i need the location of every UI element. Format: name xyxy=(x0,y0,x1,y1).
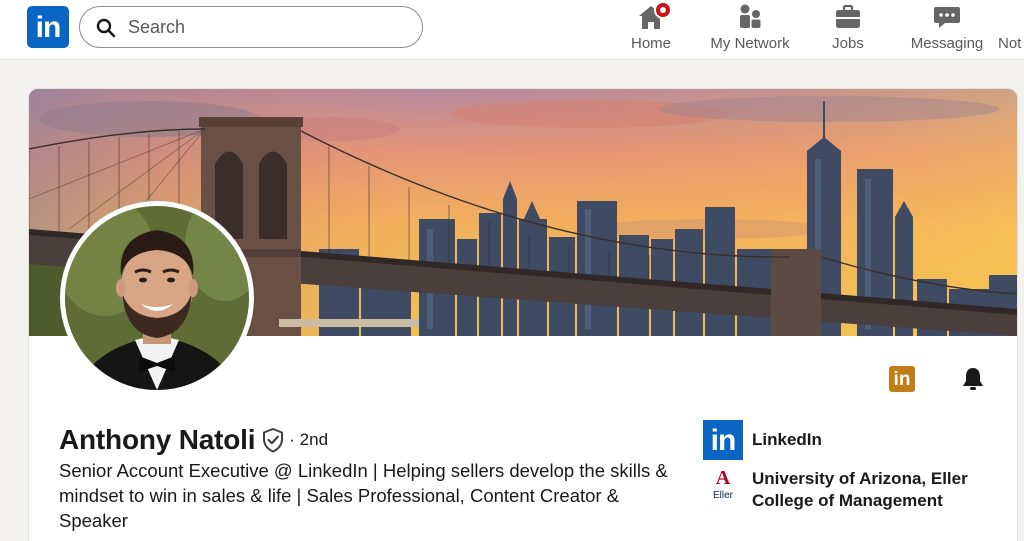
network-icon xyxy=(740,4,761,28)
bell-icon[interactable] xyxy=(959,365,987,393)
nav-home-label: Home xyxy=(630,35,671,52)
top-nav: in Home My Network Jobs xyxy=(0,0,1024,60)
university-logo-sub: Eller xyxy=(712,490,733,501)
nav-notifications[interactable]: Not xyxy=(998,2,1024,58)
nav-home[interactable]: Home xyxy=(624,1,678,58)
nav-notifications-label: Not xyxy=(998,35,1022,52)
university-logo-mark: A xyxy=(715,467,731,489)
university-logo: A Eller xyxy=(707,467,739,507)
profile-name: Anthony Natoli xyxy=(59,424,256,455)
profile-headline: Senior Account Executive @ LinkedIn | He… xyxy=(59,460,668,531)
verified-shield-icon[interactable] xyxy=(261,427,285,453)
profile-card: in Anthony Natoli · 2nd Senior Account E… xyxy=(28,88,1018,541)
nav-messaging[interactable]: Messaging xyxy=(904,2,990,58)
nav-jobs[interactable]: Jobs xyxy=(826,2,870,58)
profile-name-row: Anthony Natoli · 2nd xyxy=(59,424,328,456)
affiliation-name-line2: College of Management xyxy=(752,491,943,510)
affiliation-name: University of Arizona, Eller College of … xyxy=(752,468,968,512)
connection-degree: · 2nd xyxy=(289,430,329,449)
nav-messaging-label: Messaging xyxy=(910,35,984,52)
nav-my-network-label: My Network xyxy=(710,35,790,52)
profile-avatar[interactable] xyxy=(60,201,254,395)
nav-jobs-label: Jobs xyxy=(832,35,864,52)
search-box[interactable] xyxy=(79,6,423,48)
avatar-photo xyxy=(65,206,249,390)
affiliation-name-line1: University of Arizona, Eller xyxy=(752,469,968,488)
notification-badge xyxy=(654,1,672,19)
linkedin-company-logo: in xyxy=(703,420,743,460)
linkedin-logo[interactable]: in xyxy=(27,6,69,48)
search-icon xyxy=(96,18,116,38)
search-input[interactable] xyxy=(128,13,408,41)
briefcase-icon xyxy=(836,4,860,28)
nav-my-network[interactable]: My Network xyxy=(704,2,796,58)
linkedin-premium-icon[interactable]: in xyxy=(889,366,915,392)
affiliation-name: LinkedIn xyxy=(752,430,822,449)
messaging-icon xyxy=(934,7,960,28)
